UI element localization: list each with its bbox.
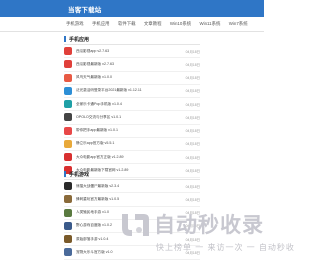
item-name-link[interactable]: 泛光激活码登录平台2021最新版 v1.12.11 <box>76 88 186 93</box>
app-icon[interactable] <box>64 248 72 257</box>
list-item[interactable]: 静立乐app官方版 v5.5.1 04月18日 <box>64 138 200 151</box>
app-icon[interactable] <box>64 221 72 230</box>
watermark-logo-icon <box>122 214 149 236</box>
list-item[interactable]: 蜂刺重玩官方最新版 v1.0.5 04月18日 <box>64 193 200 207</box>
item-name-link[interactable]: 全家乐卡通Pop手机版 v1.0.4 <box>76 102 186 107</box>
app-icon[interactable] <box>64 73 72 82</box>
app-icon[interactable] <box>64 139 72 148</box>
apps-section: 手机应用 西瓜影视app v2.7.63 04月18日 西瓜影视最新版 v2.7.6… <box>64 34 200 178</box>
item-name-link[interactable]: 风鸟天气最新版 v1.0.0 <box>76 75 186 80</box>
games-section-header: 手机游戏 <box>64 169 200 180</box>
list-item[interactable]: 全家乐卡通Pop手机版 v1.0.4 04月18日 <box>64 98 200 112</box>
watermark: 自动秒收录 快上榜单 一 来访一次 一 自动秒收 <box>118 208 294 266</box>
nav-item-games[interactable]: 手机游戏 <box>66 21 84 27</box>
app-icon[interactable] <box>64 60 72 69</box>
nav-item-apps[interactable]: 手机应用 <box>92 21 110 27</box>
item-name-link[interactable]: 熊猫大战僵尸最新版 v2.3.4 <box>76 184 186 189</box>
section-accent-bar <box>64 171 66 177</box>
item-name-link[interactable]: 静立乐app官方版 v5.5.1 <box>76 141 186 146</box>
item-date: 04月18日 <box>185 155 200 160</box>
item-date: 04月18日 <box>185 49 200 54</box>
item-name-link[interactable]: 西瓜影视app v2.7.63 <box>76 49 186 54</box>
apps-list: 西瓜影视app v2.7.63 04月18日 西瓜影视最新版 v2.7.63 04月1… <box>64 45 200 178</box>
app-icon[interactable] <box>64 195 72 204</box>
item-name-link[interactable]: 西瓜影视最新版 v2.7.63 <box>76 62 186 67</box>
section-accent-bar <box>64 36 66 42</box>
nav-item-win7[interactable]: Win7系统 <box>229 21 248 27</box>
list-item[interactable]: 带你把手app最新版 v1.0.1 04月18日 <box>64 125 200 138</box>
app-icon[interactable] <box>64 126 72 135</box>
list-item[interactable]: 西瓜影视最新版 v2.7.63 04月18日 <box>64 58 200 72</box>
nav-item-win10[interactable]: Win10系统 <box>170 21 191 27</box>
item-date: 04月18日 <box>185 197 200 202</box>
item-date: 04月18日 <box>185 62 200 67</box>
list-item[interactable]: OPOLO交流与分享区 v1.0.1 04月18日 <box>64 111 200 125</box>
site-logo-text[interactable]: 当客下载站 <box>68 4 102 14</box>
app-icon[interactable] <box>64 208 72 217</box>
app-icon[interactable] <box>64 113 72 122</box>
apps-section-title: 手机应用 <box>69 36 90 43</box>
item-date: 04月18日 <box>185 129 200 134</box>
app-icon[interactable] <box>64 47 72 56</box>
item-date: 04月18日 <box>185 76 200 81</box>
item-date: 04月18日 <box>185 184 200 189</box>
app-icon[interactable] <box>64 182 72 191</box>
item-date: 04月18日 <box>185 115 200 120</box>
app-icon[interactable] <box>64 86 72 95</box>
main-nav: 手机游戏 手机应用 软件下载 文章教程 Win10系统 Win11系统 Win7… <box>0 17 264 32</box>
top-bar: 当客下载站 <box>0 0 264 17</box>
item-name-link[interactable]: 大众电影app官方正版 v1.2.89 <box>76 155 186 160</box>
list-item[interactable]: 熊猫大战僵尸最新版 v2.3.4 04月18日 <box>64 180 200 194</box>
item-date: 04月18日 <box>185 102 200 107</box>
nav-item-software[interactable]: 软件下载 <box>118 21 136 27</box>
app-icon[interactable] <box>64 100 72 109</box>
item-date: 04月18日 <box>185 89 200 94</box>
games-section-title: 手机游戏 <box>69 171 90 178</box>
nav-item-win11[interactable]: Win11系统 <box>200 21 221 27</box>
watermark-subtitle: 快上榜单 一 来访一次 一 自动秒收 <box>156 243 295 252</box>
item-name-link[interactable]: 带你把手app最新版 v1.0.1 <box>76 128 186 133</box>
app-icon[interactable] <box>64 235 72 244</box>
nav-item-articles[interactable]: 文章教程 <box>144 21 162 27</box>
item-date: 04月18日 <box>185 142 200 147</box>
item-name-link[interactable]: OPOLO交流与分享区 v1.0.1 <box>76 115 186 120</box>
list-item[interactable]: 风鸟天气最新版 v1.0.0 04月18日 <box>64 72 200 85</box>
list-item[interactable]: 西瓜影视app v2.7.63 04月18日 <box>64 45 200 59</box>
watermark-title: 自动秒收录 <box>154 213 264 237</box>
app-icon[interactable] <box>64 153 72 162</box>
apps-section-header: 手机应用 <box>64 34 200 45</box>
list-item[interactable]: 大众电影app官方正版 v1.2.89 04月18日 <box>64 151 200 165</box>
list-item[interactable]: 泛光激活码登录平台2021最新版 v1.12.11 04月18日 <box>64 85 200 98</box>
item-name-link[interactable]: 蜂刺重玩官方最新版 v1.0.5 <box>76 197 186 202</box>
